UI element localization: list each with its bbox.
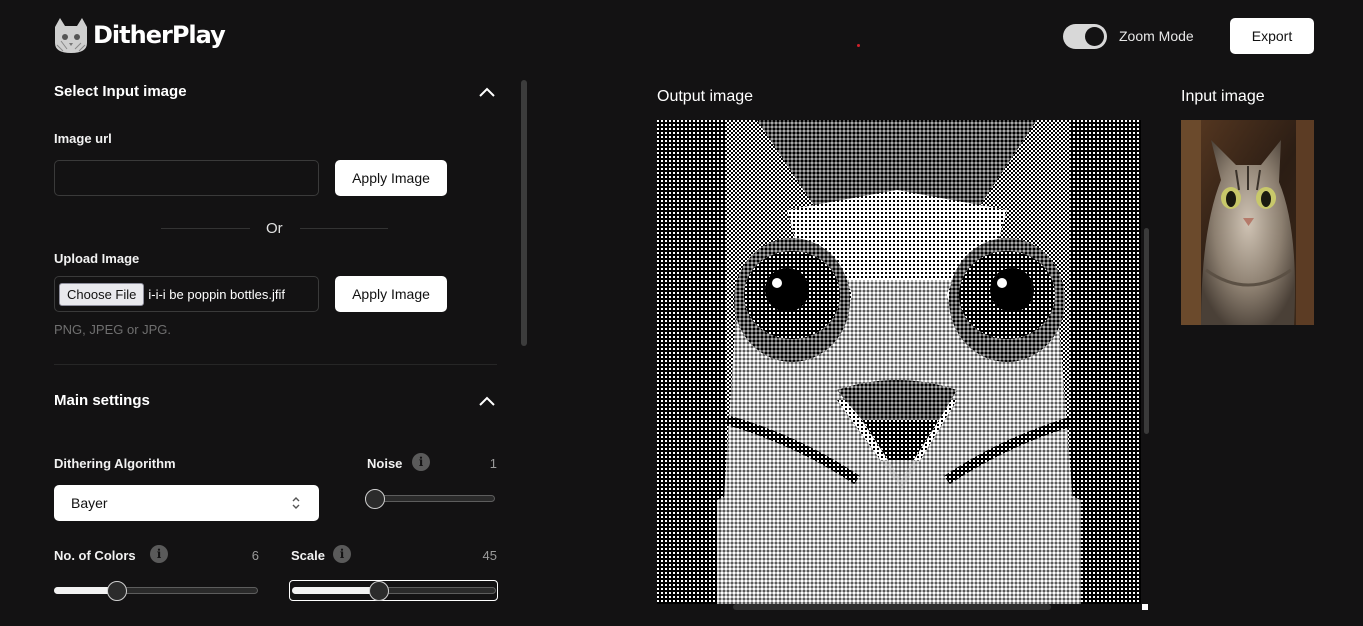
slider-thumb[interactable] — [365, 489, 385, 509]
slider-thumb[interactable] — [107, 581, 128, 601]
apply-url-button[interactable]: Apply Image — [335, 160, 447, 196]
dithered-output-image[interactable] — [657, 120, 1141, 604]
input-section-title: Select Input image — [54, 83, 187, 100]
output-vertical-scrollbar[interactable] — [1144, 228, 1149, 434]
colors-value: 6 — [251, 548, 259, 563]
main-settings-title: Main settings — [54, 392, 150, 409]
input-image-preview — [1181, 120, 1314, 325]
chevron-up-icon[interactable] — [478, 86, 496, 98]
settings-scrollbar[interactable] — [521, 80, 527, 346]
slider-fill — [292, 587, 380, 594]
scale-slider[interactable] — [292, 581, 496, 601]
app-logo[interactable]: DitherPlay — [51, 15, 226, 55]
colors-slider[interactable] — [54, 581, 258, 601]
formats-hint: PNG, JPEG or JPG. — [54, 322, 172, 337]
scale-value: 45 — [482, 548, 497, 563]
image-url-input[interactable] — [54, 160, 319, 196]
select-arrows-icon — [292, 497, 300, 509]
cat-logo-icon — [55, 18, 87, 53]
colors-label: No. of Colors — [54, 548, 136, 563]
info-icon[interactable]: i — [333, 545, 351, 563]
toggle-knob — [1085, 27, 1104, 46]
resize-handle[interactable] — [1142, 604, 1148, 610]
section-divider — [54, 364, 497, 365]
apply-upload-button[interactable]: Apply Image — [335, 276, 447, 312]
noise-slider[interactable] — [365, 489, 495, 509]
scale-label: Scale — [291, 548, 325, 563]
info-icon[interactable]: i — [412, 453, 430, 471]
zoom-mode-toggle[interactable] — [1063, 24, 1107, 49]
algorithm-label: Dithering Algorithm — [54, 456, 176, 471]
info-icon[interactable]: i — [150, 545, 168, 563]
image-url-label: Image url — [54, 131, 112, 146]
noise-label: Noise — [367, 456, 403, 471]
dithered-cat-image — [657, 120, 1141, 604]
zoom-mode-label: Zoom Mode — [1119, 28, 1194, 44]
export-button[interactable]: Export — [1230, 18, 1314, 54]
noise-value: 1 — [489, 456, 497, 471]
algorithm-selected-value: Bayer — [71, 495, 108, 511]
slider-thumb[interactable] — [369, 581, 390, 601]
file-input[interactable]: Choose File i-i-i be poppin bottles.jfif — [54, 276, 319, 312]
divider-right — [300, 228, 388, 229]
divider-left — [161, 228, 250, 229]
cat-photo-image — [1181, 120, 1314, 325]
output-image-title: Output image — [657, 88, 754, 105]
output-horizontal-scrollbar[interactable] — [733, 604, 1051, 610]
chevron-up-icon[interactable] — [478, 395, 496, 407]
input-image-title: Input image — [1181, 88, 1265, 105]
logo-text: DitherPlay — [93, 21, 226, 49]
algorithm-select[interactable]: Bayer — [54, 485, 319, 521]
choose-file-button[interactable]: Choose File — [59, 282, 145, 306]
selected-file-name: i-i-i be poppin bottles.jfif — [148, 286, 285, 302]
red-dot — [857, 44, 860, 47]
or-text: Or — [266, 220, 283, 237]
upload-image-label: Upload Image — [54, 251, 140, 266]
